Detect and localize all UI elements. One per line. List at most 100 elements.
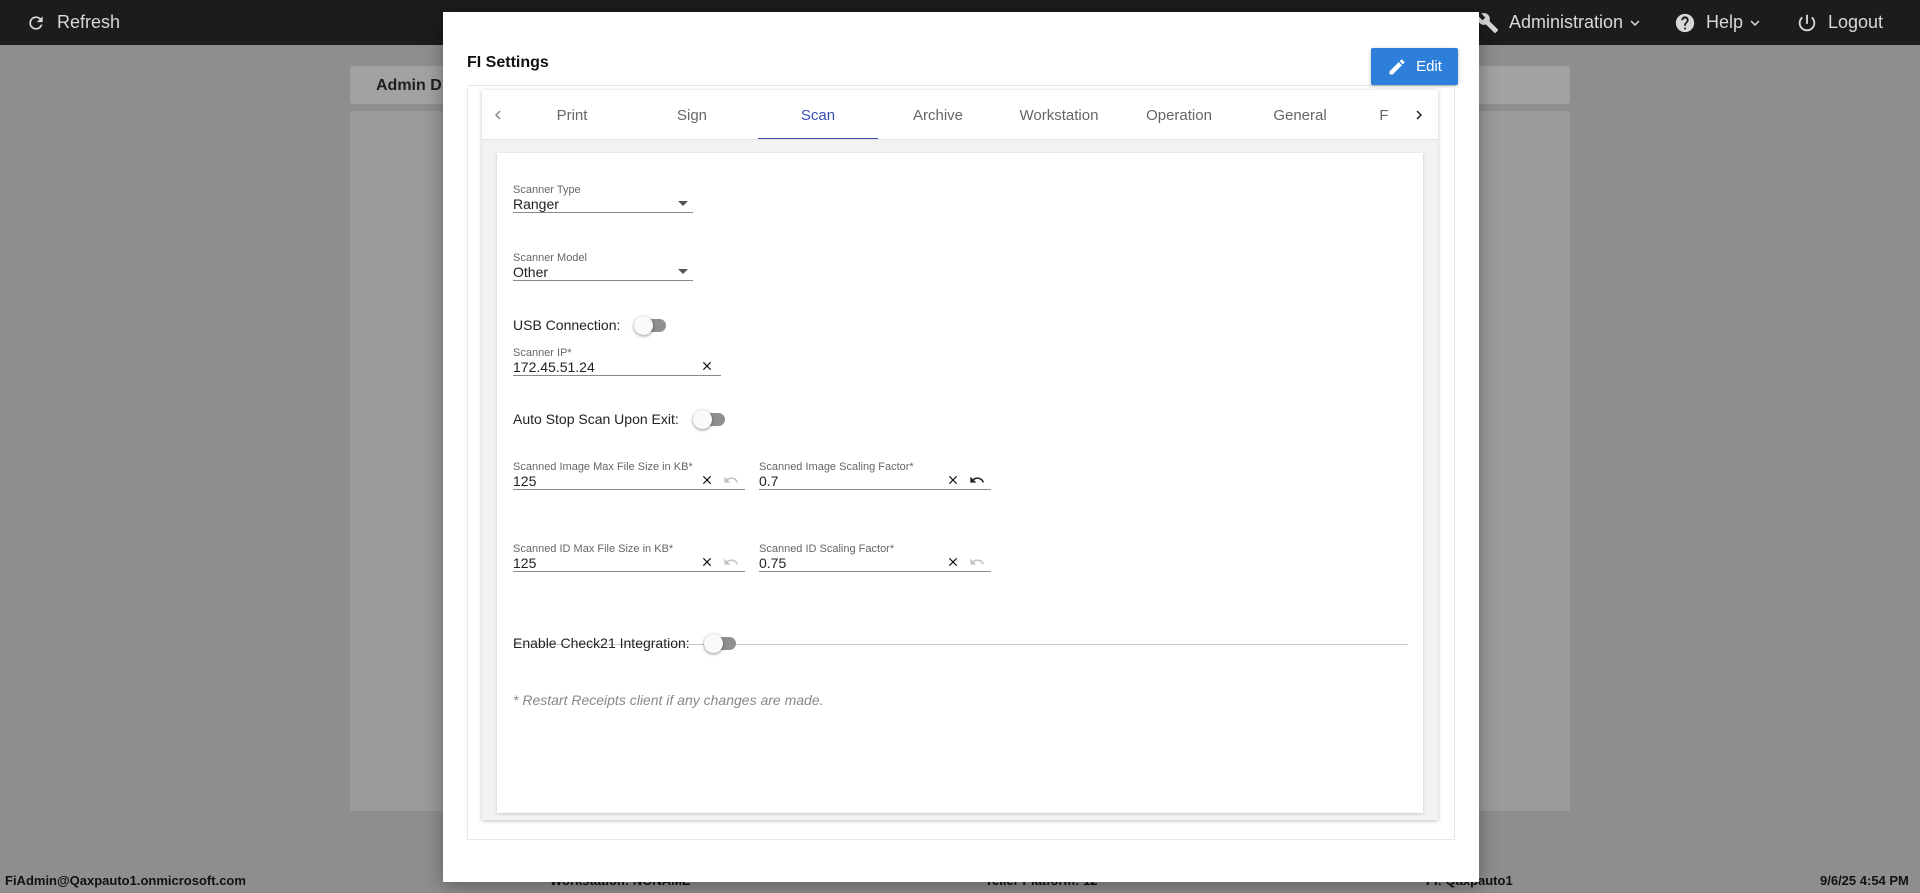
refresh-label: Refresh [57, 12, 121, 32]
help-menu[interactable]: Help [1674, 0, 1764, 45]
id-scaling-value: 0.75 [759, 555, 787, 571]
underline [759, 571, 991, 572]
close-icon [948, 475, 958, 485]
tab-scroll-right-button[interactable] [1407, 102, 1431, 128]
tab-general-label: General [1273, 106, 1327, 124]
underline [513, 375, 721, 376]
footer-user: FiAdmin@Qaxpauto1.onmicrosoft.com [5, 873, 246, 888]
refresh-button[interactable]: Refresh [26, 0, 120, 45]
undo-button[interactable] [723, 554, 739, 570]
scanner-model-select[interactable]: Scanner Model Other [513, 252, 693, 281]
undo-icon [724, 558, 739, 565]
restart-note: * Restart Receipts client if any changes… [513, 692, 824, 708]
close-icon [702, 361, 712, 371]
pencil-icon [1389, 58, 1405, 74]
tab-archive[interactable]: Archive [878, 90, 998, 139]
auto-stop-label: Auto Stop Scan Upon Exit: [513, 411, 679, 427]
refresh-icon [29, 15, 43, 30]
power-icon [1798, 14, 1816, 31]
tab-archive-label: Archive [912, 106, 964, 124]
tab-general[interactable]: General [1240, 90, 1360, 139]
clear-button[interactable] [699, 358, 715, 374]
tab-sign[interactable]: Sign [632, 90, 752, 139]
image-scaling-field[interactable]: Scanned Image Scaling Factor* 0.7 [759, 461, 991, 490]
administration-label: Administration [1509, 12, 1624, 32]
id-max-size-field[interactable]: Scanned ID Max File Size in KB* 125 [513, 543, 745, 572]
dropdown-arrow-icon [678, 201, 688, 206]
scanner-ip-label: Scanner IP* [513, 347, 572, 359]
settings-tab-bar: Print Sign Scan Archive Workstation Oper… [482, 90, 1438, 140]
settings-tabs-card: Print Sign Scan Archive Workstation Oper… [482, 90, 1438, 820]
image-max-size-label: Scanned Image Max File Size in KB* [513, 461, 693, 473]
tab-scroll-left-button[interactable] [486, 102, 510, 128]
edit-button[interactable]: Edit [1371, 48, 1458, 85]
toggle-knob [634, 316, 654, 335]
underline [513, 212, 693, 213]
chevron-left-icon [495, 110, 501, 120]
chevron-down-icon [1630, 19, 1640, 26]
clear-button[interactable] [945, 554, 961, 570]
scanner-ip-field[interactable]: Scanner IP* 172.45.51.24 [513, 347, 721, 376]
tab-operation[interactable]: Operation [1119, 90, 1239, 139]
underline [759, 489, 991, 490]
tab-partial[interactable]: F [1354, 90, 1414, 139]
logout-button[interactable]: Logout [1796, 0, 1883, 45]
undo-button[interactable] [969, 472, 985, 488]
undo-icon [970, 558, 985, 565]
clear-button[interactable] [699, 554, 715, 570]
logout-label: Logout [1828, 12, 1884, 32]
chevron-right-icon [1416, 110, 1422, 120]
scanner-type-label: Scanner Type [513, 184, 581, 196]
clear-button[interactable] [945, 472, 961, 488]
chevron-down-icon [1750, 19, 1760, 26]
usb-connection-row: USB Connection: [513, 315, 668, 335]
underline [513, 489, 745, 490]
id-max-size-label: Scanned ID Max File Size in KB* [513, 543, 674, 555]
tab-workstation[interactable]: Workstation [999, 90, 1119, 139]
image-max-size-field[interactable]: Scanned Image Max File Size in KB* 125 [513, 461, 745, 490]
undo-icon [970, 476, 985, 483]
close-icon [702, 475, 712, 485]
toggle-knob [692, 410, 712, 429]
image-scaling-value: 0.7 [759, 473, 779, 489]
id-max-size-value: 125 [513, 555, 537, 571]
image-scaling-label: Scanned Image Scaling Factor* [759, 461, 914, 473]
tab-sign-label: Sign [676, 106, 708, 124]
scan-settings-panel: Scanner Type Ranger Scanner Model Other … [497, 153, 1423, 813]
check21-row: Enable Check21 Integration: [513, 633, 738, 653]
tab-print[interactable]: Print [512, 90, 632, 139]
usb-connection-toggle[interactable] [634, 315, 668, 335]
footer-datetime: 9/6/25 4:54 PM [1820, 873, 1909, 888]
undo-button[interactable] [969, 554, 985, 570]
close-icon [948, 557, 958, 567]
scanner-model-value: Other [513, 264, 549, 280]
close-icon [702, 557, 712, 567]
image-max-size-value: 125 [513, 473, 537, 489]
tab-workstation-label: Workstation [1019, 106, 1099, 124]
id-scaling-field[interactable]: Scanned ID Scaling Factor* 0.75 [759, 543, 991, 572]
admin-dashboard-title: Admin D [376, 77, 442, 94]
tab-scan[interactable]: Scan [758, 90, 878, 139]
toggle-knob [703, 634, 723, 653]
dialog-title: FI Settings [467, 54, 549, 71]
wrench-icon [1477, 12, 1499, 33]
dropdown-arrow-icon [678, 269, 688, 274]
underline [513, 280, 693, 281]
auto-stop-toggle[interactable] [692, 409, 727, 429]
administration-menu[interactable]: Administration [1477, 0, 1644, 45]
undo-button[interactable] [723, 472, 739, 488]
tab-partial-label: F [1379, 106, 1389, 124]
scanner-ip-value: 172.45.51.24 [513, 359, 595, 375]
help-label: Help [1706, 12, 1744, 32]
edit-label: Edit [1416, 58, 1442, 75]
clear-button[interactable] [699, 472, 715, 488]
check21-toggle[interactable] [703, 633, 738, 653]
tab-scan-label: Scan [800, 106, 836, 124]
scanner-type-select[interactable]: Scanner Type Ranger [513, 184, 693, 213]
scanner-model-label: Scanner Model [513, 252, 587, 264]
check21-label: Enable Check21 Integration: [513, 635, 690, 651]
underline [513, 571, 745, 572]
undo-icon [724, 476, 739, 483]
tab-print-label: Print [556, 106, 588, 124]
fi-settings-dialog: FI Settings Edit Print Sign Scan Archive… [443, 12, 1479, 882]
